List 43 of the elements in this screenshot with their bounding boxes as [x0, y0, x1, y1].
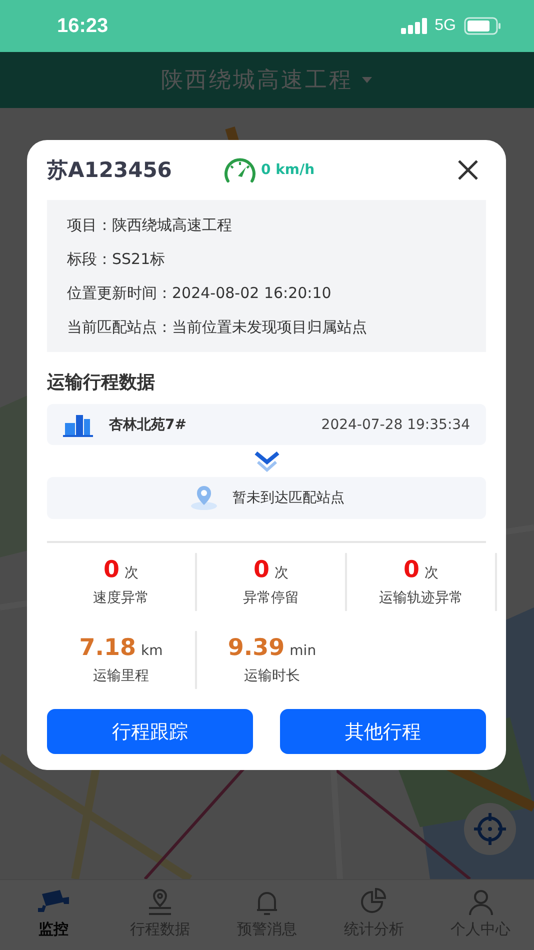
speed-reading: 0 km/h: [261, 162, 315, 178]
action-button[interactable]: 其他行程: [280, 709, 486, 754]
origin-time: 2024-07-28 19:35:34: [321, 416, 470, 432]
action-button[interactable]: 行程跟踪: [47, 709, 253, 754]
info-label: 位置更新时间：: [67, 284, 172, 302]
stat-label: 速度异常: [93, 589, 149, 607]
info-label: 当前匹配站点：: [67, 318, 172, 336]
stat-unit: km: [141, 643, 163, 659]
stat-unit: 次: [274, 564, 288, 582]
stat-label: 运输轨迹异常: [379, 589, 463, 607]
stat-value: 0: [103, 557, 120, 583]
stat-value: 0: [253, 557, 270, 583]
plate-number: 苏A123456: [47, 157, 173, 184]
origin-name: 杏林北苑7#: [109, 416, 188, 434]
building-icon: [63, 412, 93, 436]
network-label: 5G: [434, 17, 456, 35]
caret-icon[interactable]: [361, 76, 373, 84]
stat-value: 7.18: [79, 635, 136, 661]
stat-unit: 次: [424, 564, 438, 582]
stat-label: 运输时长: [244, 667, 300, 685]
info-label: 项目：: [67, 216, 112, 234]
speedometer-icon: [223, 157, 257, 183]
stat-unit: min: [290, 643, 316, 659]
info-value: SS21标: [112, 250, 166, 268]
destination-status: 暂未到达匹配站点: [232, 489, 344, 507]
stat-label: 异常停留: [243, 589, 299, 607]
info-value: 当前位置未发现项目归属站点: [172, 318, 367, 336]
stat-value: 0: [403, 557, 420, 583]
info-value: 2024-08-02 16:20:10: [172, 284, 332, 302]
nav-tab[interactable]: 监控: [0, 880, 107, 950]
battery-icon: [464, 17, 502, 35]
stat-label: 运输里程: [93, 667, 149, 685]
status-time: 16:23: [57, 14, 110, 38]
section-title: 运输行程数据: [47, 371, 156, 394]
info-value: 陕西绕城高速工程: [112, 216, 232, 234]
location-pin-icon: [188, 485, 218, 511]
stat-unit: 次: [124, 564, 138, 582]
stat-value: 9.39: [228, 635, 285, 661]
info-label: 标段：: [67, 250, 112, 268]
signal-icon: [400, 18, 427, 34]
chevron-down-icon: [254, 451, 280, 473]
project-title[interactable]: 陕西绕城高速工程: [161, 65, 353, 95]
crosshair-icon: [472, 811, 508, 847]
